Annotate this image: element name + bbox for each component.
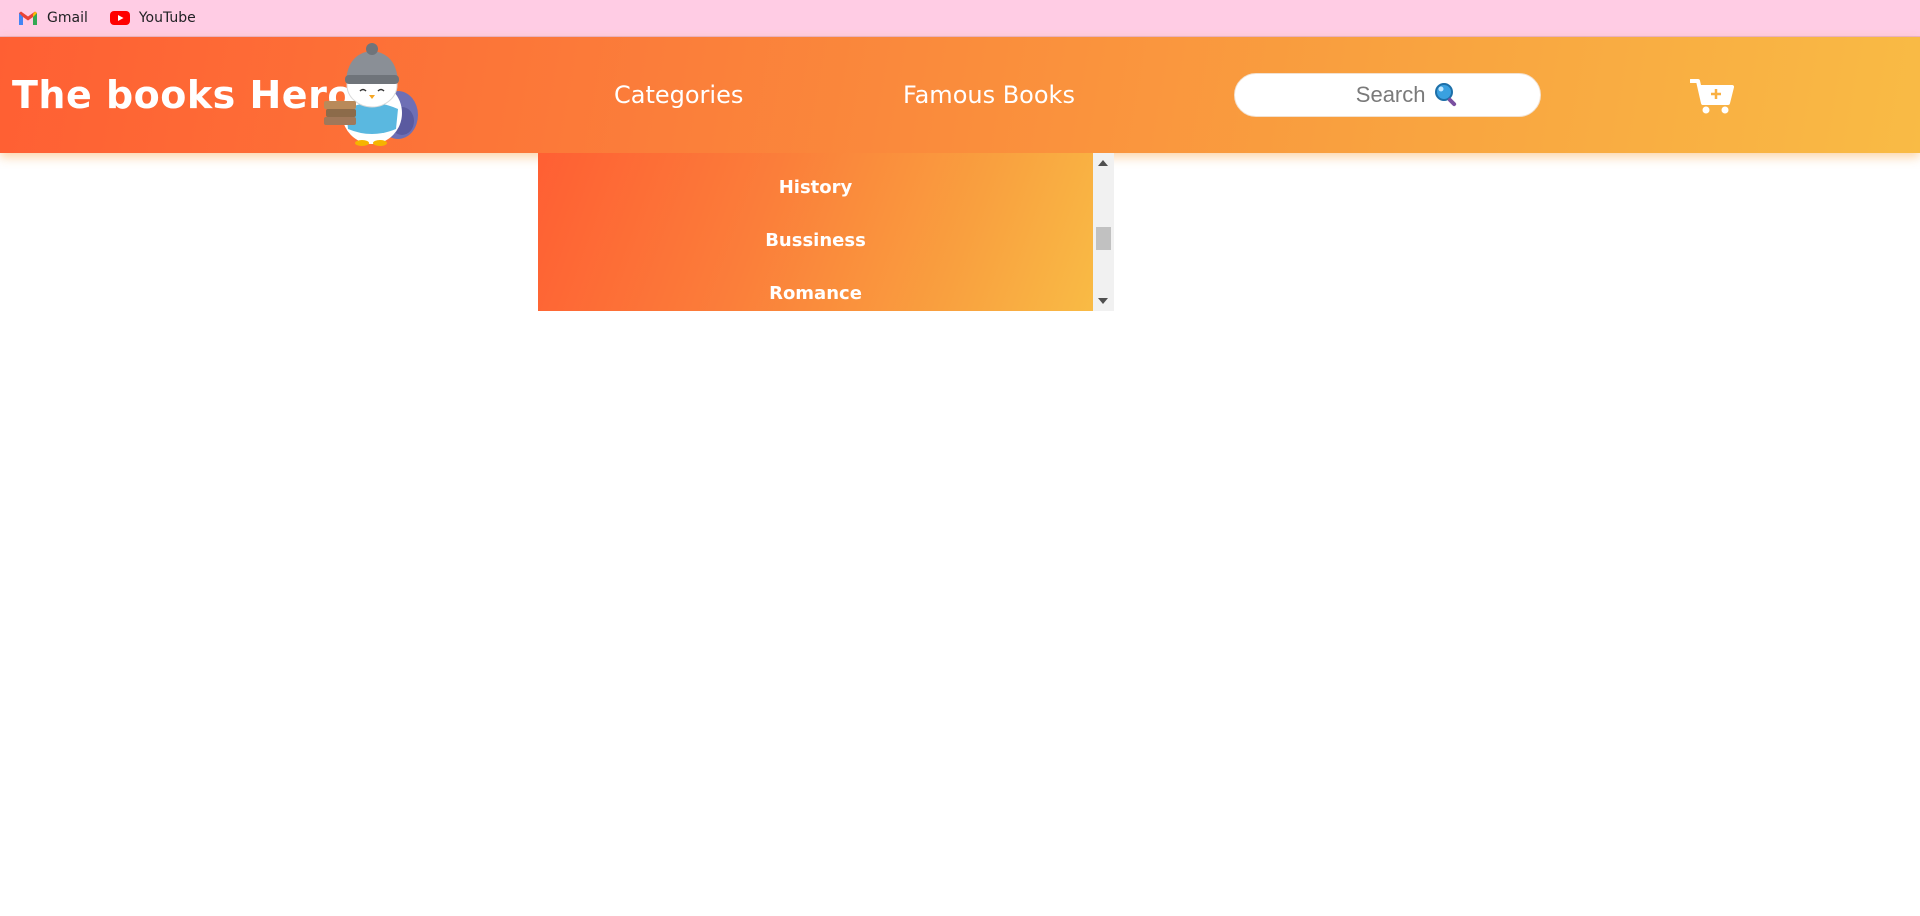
- category-business[interactable]: Bussiness: [538, 230, 1093, 251]
- bookmark-youtube-label: YouTube: [138, 10, 196, 26]
- nav-categories[interactable]: Categories: [614, 81, 743, 109]
- magnifier-icon[interactable]: [1434, 82, 1460, 108]
- bookmark-gmail-label: Gmail: [47, 10, 88, 26]
- dropdown-scrollbar[interactable]: [1093, 153, 1114, 311]
- gmail-icon: [19, 11, 37, 25]
- search-box: [1234, 73, 1541, 117]
- bookmark-youtube[interactable]: YouTube: [109, 10, 196, 26]
- bookmarks-bar: Gmail YouTube: [0, 0, 1920, 37]
- scroll-thumb[interactable]: [1096, 227, 1111, 250]
- category-romance[interactable]: Romance: [538, 283, 1093, 304]
- bookmark-gmail[interactable]: Gmail: [18, 10, 88, 26]
- cart-plus-icon[interactable]: [1690, 77, 1734, 115]
- categories-list[interactable]: History Bussiness Romance: [538, 153, 1093, 311]
- youtube-icon: [109, 11, 130, 25]
- search-input[interactable]: [1315, 82, 1426, 108]
- nav-famous-books[interactable]: Famous Books: [903, 81, 1075, 109]
- category-history[interactable]: History: [538, 177, 1093, 198]
- scroll-up-arrow-icon[interactable]: [1098, 160, 1108, 166]
- penguin-mascot-icon: [324, 43, 418, 146]
- scroll-down-arrow-icon[interactable]: [1098, 298, 1108, 304]
- categories-dropdown: History Bussiness Romance: [538, 153, 1114, 311]
- brand-title[interactable]: The books Hero: [12, 73, 354, 117]
- site-header: The books Hero Categories Famous Books: [0, 37, 1920, 153]
